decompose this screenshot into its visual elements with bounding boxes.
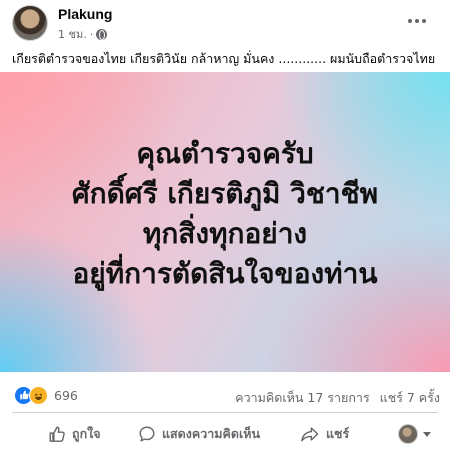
author-avatar[interactable] — [12, 5, 48, 41]
divider — [12, 412, 438, 413]
post-time[interactable]: 1 ชม. — [58, 25, 87, 43]
post-meta: 1 ชม. · — [58, 25, 108, 43]
comment-icon — [139, 426, 155, 442]
author-name[interactable]: Plakung — [58, 6, 112, 22]
thumbs-up-icon — [49, 426, 65, 442]
comment-button[interactable]: แสดงความคิดเห็น — [138, 422, 260, 446]
image-text-line: อยู่ที่การตัดสินใจของท่าน — [72, 257, 378, 290]
post-image[interactable]: คุณตำรวจครับ ศักดิ์ศรี เกียรติภูมิ วิชาช… — [0, 72, 450, 372]
image-text-line: คุณตำรวจครับ — [136, 137, 314, 170]
share-icon — [301, 427, 319, 442]
post-stats: ความคิดเห็น 17 รายการ แชร์ 7 ครั้ง — [235, 388, 440, 408]
share-count[interactable]: แชร์ 7 ครั้ง — [380, 388, 440, 408]
image-text: คุณตำรวจครับ ศักดิ์ศรี เกียรติภูมิ วิชาช… — [0, 134, 450, 294]
share-button[interactable]: แชร์ — [300, 422, 349, 446]
reaction-profile-selector[interactable] — [398, 422, 431, 446]
facebook-post: Plakung 1 ชม. · เกียรติตำรวจของไทย เกียร… — [0, 0, 450, 453]
like-label: ถูกใจ — [72, 426, 101, 441]
reaction-summary[interactable]: 696 — [14, 385, 78, 405]
meta-separator: · — [89, 27, 94, 41]
chevron-down-icon — [423, 431, 431, 437]
more-options-icon[interactable] — [402, 14, 432, 28]
like-button[interactable]: ถูกใจ — [48, 422, 101, 446]
comment-count[interactable]: ความคิดเห็น 17 รายการ — [235, 388, 369, 408]
haha-reaction-icon — [29, 385, 48, 405]
comment-label: แสดงความคิดเห็น — [162, 426, 261, 441]
post-caption: เกียรติตำรวจของไทย เกียรติวินัย กล้าหาญ … — [12, 51, 436, 66]
image-text-line: ทุกสิ่งทุกอย่าง — [142, 217, 308, 250]
globe-icon[interactable] — [96, 28, 108, 40]
reaction-count: 696 — [54, 387, 78, 403]
image-text-line: ศักดิ์ศรี เกียรติภูมิ วิชาชีพ — [71, 177, 379, 210]
profile-avatar — [398, 424, 418, 444]
share-label: แชร์ — [326, 426, 350, 441]
